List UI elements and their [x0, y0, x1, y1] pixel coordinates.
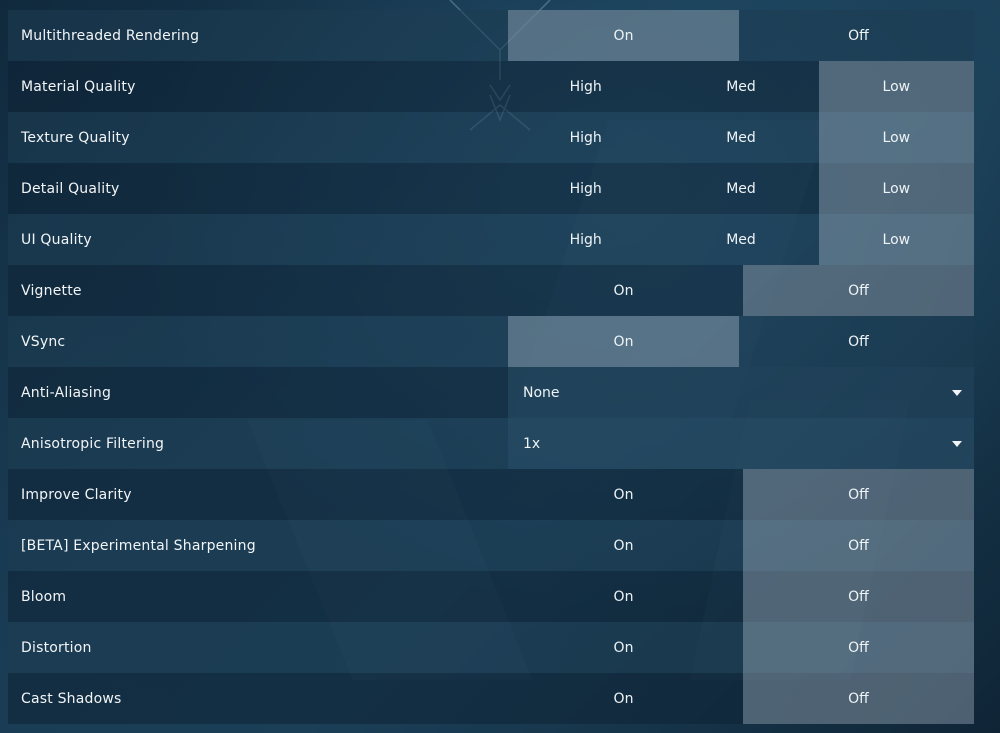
setting-label: Cast Shadows: [21, 690, 122, 707]
graphics-settings-list: Multithreaded Rendering On Off Material Qua…: [8, 10, 974, 724]
cast-shadows-option-on[interactable]: On: [508, 673, 739, 724]
setting-row-texture-quality: Texture Quality High Med Low: [8, 112, 974, 163]
vsync-control: On Off: [508, 316, 974, 367]
anisotropic-filtering-control: 1x: [508, 418, 974, 469]
multithreaded-rendering-option-on[interactable]: On: [508, 10, 739, 61]
multithreaded-rendering-control: On Off: [508, 10, 974, 61]
experimental-sharpening-option-off[interactable]: Off: [743, 520, 974, 571]
texture-quality-option-low[interactable]: Low: [818, 112, 974, 163]
setting-label: Distortion: [21, 639, 92, 656]
setting-row-detail-quality: Detail Quality High Med Low: [8, 163, 974, 214]
improve-clarity-option-on[interactable]: On: [508, 469, 739, 520]
distortion-option-on[interactable]: On: [508, 622, 739, 673]
vsync-option-off[interactable]: Off: [743, 316, 974, 367]
material-quality-control: High Med Low: [508, 61, 974, 112]
setting-row-bloom: Bloom On Off: [8, 571, 974, 622]
setting-label: [BETA] Experimental Sharpening: [21, 537, 256, 554]
detail-quality-control: High Med Low: [508, 163, 974, 214]
setting-row-distortion: Distortion On Off: [8, 622, 974, 673]
anti-aliasing-control: None: [508, 367, 974, 418]
vignette-option-on[interactable]: On: [508, 265, 739, 316]
anisotropic-filtering-dropdown[interactable]: 1x: [508, 418, 974, 469]
detail-quality-option-med[interactable]: Med: [663, 163, 818, 214]
improve-clarity-option-off[interactable]: Off: [743, 469, 974, 520]
ui-quality-control: High Med Low: [508, 214, 974, 265]
setting-row-cast-shadows: Cast Shadows On Off: [8, 673, 974, 724]
setting-label: Detail Quality: [21, 180, 120, 197]
setting-row-experimental-sharpening: [BETA] Experimental Sharpening On Off: [8, 520, 974, 571]
ui-quality-option-med[interactable]: Med: [663, 214, 818, 265]
setting-label: Texture Quality: [21, 129, 130, 146]
vignette-option-off[interactable]: Off: [743, 265, 974, 316]
setting-row-ui-quality: UI Quality High Med Low: [8, 214, 974, 265]
setting-row-material-quality: Material Quality High Med Low: [8, 61, 974, 112]
setting-row-anti-aliasing: Anti-Aliasing None: [8, 367, 974, 418]
setting-row-anisotropic-filtering: Anisotropic Filtering 1x: [8, 418, 974, 469]
setting-label: Anisotropic Filtering: [21, 435, 165, 452]
cast-shadows-control: On Off: [508, 673, 974, 724]
detail-quality-option-high[interactable]: High: [508, 163, 663, 214]
bloom-option-on[interactable]: On: [508, 571, 739, 622]
setting-row-vignette: Vignette On Off: [8, 265, 974, 316]
vsync-option-on[interactable]: On: [508, 316, 739, 367]
cast-shadows-option-off[interactable]: Off: [743, 673, 974, 724]
material-quality-option-low[interactable]: Low: [818, 61, 974, 112]
multithreaded-rendering-option-off[interactable]: Off: [743, 10, 974, 61]
setting-label: VSync: [21, 333, 66, 350]
setting-label: Material Quality: [21, 78, 136, 95]
vignette-control: On Off: [508, 265, 974, 316]
setting-row-vsync: VSync On Off: [8, 316, 974, 367]
ui-quality-option-low[interactable]: Low: [818, 214, 974, 265]
dropdown-value: 1x: [523, 435, 541, 452]
experimental-sharpening-option-on[interactable]: On: [508, 520, 739, 571]
setting-label: Vignette: [21, 282, 82, 299]
material-quality-option-med[interactable]: Med: [663, 61, 818, 112]
setting-label: Anti-Aliasing: [21, 384, 112, 401]
anti-aliasing-dropdown[interactable]: None: [508, 367, 974, 418]
improve-clarity-control: On Off: [508, 469, 974, 520]
texture-quality-option-high[interactable]: High: [508, 112, 663, 163]
setting-label: Multithreaded Rendering: [21, 27, 200, 44]
distortion-control: On Off: [508, 622, 974, 673]
caret-down-icon: [952, 389, 962, 396]
setting-row-improve-clarity: Improve Clarity On Off: [8, 469, 974, 520]
material-quality-option-high[interactable]: High: [508, 61, 663, 112]
detail-quality-option-low[interactable]: Low: [818, 163, 974, 214]
texture-quality-option-med[interactable]: Med: [663, 112, 818, 163]
texture-quality-control: High Med Low: [508, 112, 974, 163]
setting-row-multithreaded-rendering: Multithreaded Rendering On Off: [8, 10, 974, 61]
caret-down-icon: [952, 440, 962, 447]
bloom-control: On Off: [508, 571, 974, 622]
setting-label: Bloom: [21, 588, 67, 605]
distortion-option-off[interactable]: Off: [743, 622, 974, 673]
setting-label: UI Quality: [21, 231, 92, 248]
bloom-option-off[interactable]: Off: [743, 571, 974, 622]
ui-quality-option-high[interactable]: High: [508, 214, 663, 265]
dropdown-value: None: [523, 384, 560, 401]
setting-label: Improve Clarity: [21, 486, 132, 503]
experimental-sharpening-control: On Off: [508, 520, 974, 571]
